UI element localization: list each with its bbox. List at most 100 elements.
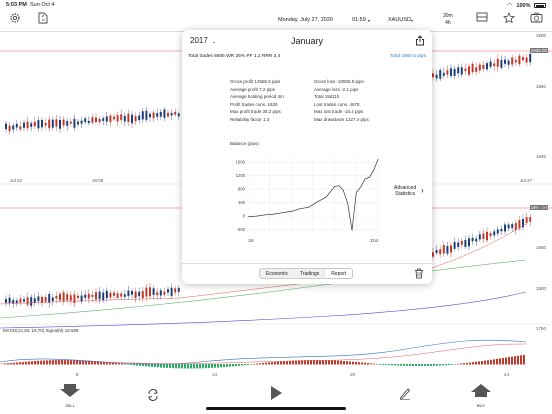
- balance-point: [325, 196, 327, 198]
- camera-icon[interactable]: [529, 12, 543, 26]
- top-chart-candle: [156, 113, 159, 117]
- macd-histogram-bar: [340, 360, 342, 365]
- pencil-icon: [399, 388, 411, 400]
- bottom-chart-candle: [51, 297, 54, 302]
- macd-histogram-bar: [169, 364, 171, 369]
- macd-histogram-bar: [25, 361, 27, 365]
- macd-histogram-bar: [457, 363, 459, 365]
- report-summary: Total trades 6865 WR 26% PF 1.2 RRR 3.4: [188, 54, 281, 59]
- toolbar: Monday, July 27, 2020 01:59 ▾ XAUUSD ▾ 3…: [0, 10, 552, 32]
- macd-histogram-bar: [256, 363, 258, 365]
- macd-histogram-bar: [520, 355, 522, 365]
- draw-tool-button[interactable]: [398, 386, 412, 405]
- bottom-chart-candle: [23, 299, 25, 302]
- balance-point: [299, 208, 301, 210]
- buy-label: BUY: [476, 403, 486, 408]
- bottom-chart-candle: [457, 242, 460, 247]
- advanced-statistics-button[interactable]: Advanced Statistics: [394, 185, 416, 197]
- tab-economic[interactable]: Economic: [260, 269, 294, 278]
- bottom-chart-candle: [453, 242, 456, 249]
- layout-icon[interactable]: [475, 12, 489, 26]
- top-chart-candle: [486, 63, 488, 70]
- chevron-right-icon[interactable]: ›: [421, 186, 424, 195]
- price-label-bottom-4: 1750: [535, 326, 546, 331]
- time-label-bottom-3: 20: [350, 372, 356, 377]
- timeframe-selector[interactable]: 30m 4h: [443, 13, 453, 27]
- macd-histogram-bar: [229, 364, 231, 367]
- tab-tradings[interactable]: Tradings: [294, 269, 325, 278]
- bottom-chart-candle: [446, 246, 449, 254]
- macd-histogram-bar: [118, 363, 120, 365]
- macd-histogram-bar: [322, 360, 324, 365]
- star-icon[interactable]: [502, 11, 516, 26]
- reverse-position-button[interactable]: [146, 388, 160, 407]
- bottom-chart-candle: [475, 238, 478, 242]
- share-icon[interactable]: [415, 35, 425, 46]
- tab-report[interactable]: Report: [325, 269, 353, 278]
- macd-histogram-bar: [220, 364, 222, 368]
- top-chart-candle: [8, 125, 11, 132]
- top-chart-candle: [113, 116, 115, 120]
- bottom-chart-candle: [174, 288, 177, 293]
- macd-histogram-bar: [61, 360, 63, 365]
- top-chart-candle: [120, 114, 123, 121]
- settings-gear-icon[interactable]: [8, 12, 22, 26]
- top-chart-candle: [131, 114, 133, 124]
- top-chart-candle: [105, 116, 108, 122]
- top-chart-candle: [149, 113, 151, 118]
- macd-histogram-bar: [178, 364, 180, 369]
- balance-point: [338, 185, 340, 187]
- top-chart-candle: [496, 58, 499, 67]
- macd-histogram-bar: [241, 364, 243, 366]
- macd-histogram-bar: [31, 361, 33, 365]
- macd-histogram-bar: [148, 364, 150, 367]
- macd-histogram-bar: [67, 360, 69, 365]
- macd-histogram-bar: [415, 364, 417, 367]
- macd-histogram-bar: [475, 361, 477, 365]
- macd-histogram-bar: [337, 360, 339, 365]
- play-button[interactable]: [270, 386, 282, 405]
- macd-histogram-bar: [493, 359, 495, 365]
- macd-histogram-bar: [127, 364, 129, 365]
- macd-histogram-bar: [478, 361, 480, 365]
- top-chart-candle: [30, 123, 33, 127]
- bottom-chart-candle: [98, 291, 101, 300]
- macd-histogram-bar: [445, 364, 447, 366]
- macd-histogram-bar: [223, 364, 225, 368]
- stat-gross-profit: Gross profit 12586.5 pips: [230, 79, 281, 84]
- bottom-chart-candle: [113, 292, 115, 296]
- top-chart-candle: [525, 57, 528, 63]
- top-chart-candle: [51, 119, 54, 128]
- stat-max-profit-trade: Max profit trade 35.2 pips: [230, 109, 281, 115]
- bottom-chart-candle: [514, 222, 517, 231]
- stat-reliability-factor: Reliability factor 1.3: [230, 116, 270, 122]
- buy-button[interactable]: BUY: [471, 384, 491, 408]
- toolbar-symbol[interactable]: XAUUSD: [388, 17, 411, 23]
- macd-histogram-bar: [496, 358, 498, 365]
- top-chart-candle: [116, 115, 119, 122]
- clock-dropdown-icon[interactable]: ▾: [368, 18, 370, 23]
- macd-histogram-bar: [388, 364, 390, 366]
- macd-histogram-bar: [43, 360, 45, 365]
- bottom-chart-candle: [489, 233, 492, 237]
- sell-button[interactable]: SELL: [60, 384, 80, 408]
- macd-histogram-bar: [427, 364, 429, 366]
- price-label-top-3: 1840: [535, 154, 546, 159]
- trash-icon[interactable]: [414, 268, 424, 279]
- bottom-chart-candle: [44, 297, 47, 302]
- macd-histogram-bar: [130, 364, 132, 365]
- symbol-dropdown-icon[interactable]: ▾: [411, 18, 413, 23]
- home-indicator: [206, 407, 346, 410]
- macd-histogram-bar: [145, 364, 147, 367]
- top-chart-candle: [80, 120, 83, 124]
- top-chart-candle: [500, 59, 503, 68]
- document-icon[interactable]: [36, 12, 50, 26]
- top-chart-candle: [145, 110, 148, 120]
- bottom-chart-candle: [66, 294, 69, 301]
- macd-histogram-bar: [82, 360, 84, 365]
- stat-max-lost-trade: Max lost trade -15.4 pips: [314, 109, 364, 115]
- top-chart-candle: [19, 126, 22, 130]
- macd-histogram-bar: [208, 364, 210, 369]
- bottom-chart-candle: [41, 296, 43, 303]
- macd-histogram-bar: [283, 361, 285, 365]
